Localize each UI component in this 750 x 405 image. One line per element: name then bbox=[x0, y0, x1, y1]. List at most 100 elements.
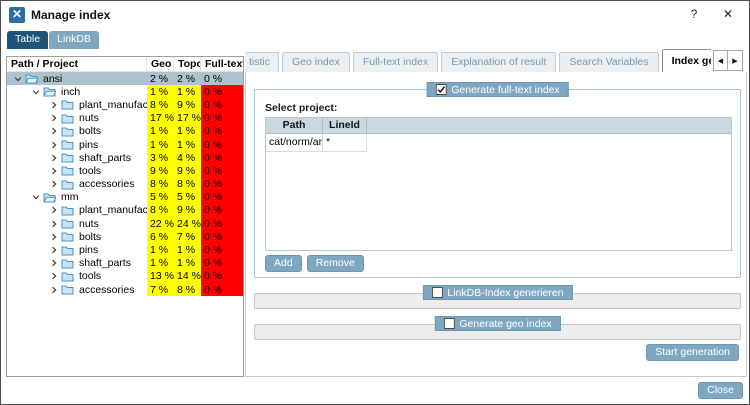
folder-icon bbox=[61, 99, 76, 110]
column-fulltext[interactable]: Full-text bbox=[201, 57, 243, 71]
project-table-row[interactable]: cat/norm/ansi* bbox=[266, 134, 731, 152]
chevron-right-icon[interactable] bbox=[47, 167, 61, 175]
fulltext-percent-cell: 0 % bbox=[201, 230, 243, 244]
tree-row[interactable]: mm 5 % 5 % 0 % bbox=[7, 190, 243, 204]
chevron-right-icon[interactable] bbox=[47, 180, 61, 188]
tab-index-generation[interactable]: Index generation bbox=[661, 49, 711, 72]
tree-row[interactable]: shaft_parts 3 % 4 % 0 % bbox=[7, 151, 243, 165]
tree-row[interactable]: shaft_parts 1 % 1 % 0 % bbox=[7, 256, 243, 270]
tab-full-text-index[interactable]: Full-text index bbox=[352, 52, 439, 72]
geo-group-header[interactable]: Generate geo index bbox=[434, 316, 561, 331]
chevron-right-icon[interactable] bbox=[47, 272, 61, 280]
chevron-right-icon[interactable] bbox=[47, 220, 61, 228]
tab-search-variables[interactable]: Search Variables bbox=[559, 52, 659, 72]
column-path[interactable]: Path bbox=[266, 118, 323, 133]
tree-row[interactable]: bolts 6 % 7 % 0 % bbox=[7, 230, 243, 244]
tab-geo-index[interactable]: Geo index bbox=[282, 52, 350, 72]
row-filler bbox=[367, 134, 731, 152]
topo-percent-cell: 1 % bbox=[174, 243, 201, 257]
start-generation-button[interactable]: Start generation bbox=[646, 344, 739, 361]
folder-icon bbox=[61, 126, 76, 137]
chevron-right-icon[interactable] bbox=[47, 246, 61, 254]
geo-percent-cell: 1 % bbox=[147, 256, 174, 270]
chevron-right-icon[interactable] bbox=[47, 259, 61, 267]
folder-icon bbox=[61, 271, 76, 282]
topo-percent-cell: 14 % bbox=[174, 269, 201, 283]
topo-percent-cell: 9 % bbox=[174, 164, 201, 178]
chevron-down-icon[interactable] bbox=[11, 75, 25, 83]
chevron-down-icon[interactable] bbox=[29, 193, 43, 201]
chevron-right-icon[interactable] bbox=[47, 286, 61, 294]
tree-row[interactable]: tools 13 % 14 % 0 % bbox=[7, 269, 243, 283]
chevron-right-icon[interactable] bbox=[47, 233, 61, 241]
geo-percent-cell: 8 % bbox=[147, 98, 174, 112]
fulltext-percent-cell: 0 % bbox=[201, 203, 243, 218]
column-path-project[interactable]: Path / Project bbox=[7, 57, 147, 71]
tree-row-label: pins bbox=[79, 138, 99, 151]
topo-percent-cell: 8 % bbox=[174, 283, 201, 297]
tree-row-label: inch bbox=[61, 85, 81, 98]
tree-row[interactable]: nuts 22 % 24 % 0 % bbox=[7, 217, 243, 231]
topo-percent-cell: 5 % bbox=[174, 190, 201, 204]
close-button[interactable]: Close bbox=[698, 382, 743, 399]
tree-row-label: plant_manufacture bbox=[79, 204, 147, 217]
geo-percent-cell: 1 % bbox=[147, 137, 174, 152]
folder-open-icon bbox=[43, 192, 58, 203]
folder-icon bbox=[61, 165, 76, 176]
help-button[interactable]: ? bbox=[683, 5, 705, 23]
fulltext-group-header[interactable]: Generate full-text index bbox=[426, 82, 569, 97]
tree-row-label: pins bbox=[79, 244, 99, 257]
topo-percent-cell: 1 % bbox=[174, 256, 201, 270]
chevron-right-icon[interactable] bbox=[47, 127, 61, 135]
column-lineid[interactable]: LineId bbox=[323, 118, 367, 133]
close-icon[interactable]: ✕ bbox=[717, 5, 739, 23]
chevron-right-icon[interactable] bbox=[47, 206, 61, 214]
chevron-right-icon[interactable] bbox=[47, 141, 61, 149]
tree-row[interactable]: plant_manufacture8 %9 %0 % bbox=[7, 203, 243, 218]
tree-row[interactable]: pins 1 % 1 % 0 % bbox=[7, 243, 243, 257]
table-buttons: Add Remove bbox=[265, 255, 364, 272]
manage-index-dialog: ✕ Manage index ? ✕ Table LinkDB Path / P… bbox=[0, 0, 750, 405]
linkdb-group-header[interactable]: LinkDB-Index generieren bbox=[422, 285, 573, 300]
chevron-right-icon[interactable] bbox=[47, 101, 61, 109]
generate-geo-checkbox[interactable] bbox=[443, 318, 455, 329]
tab-table[interactable]: Table bbox=[7, 31, 49, 49]
chevron-down-icon[interactable] bbox=[29, 88, 43, 96]
tree-row-label: plant_manufacture bbox=[79, 98, 147, 111]
tab-explanation-of-result[interactable]: Explanation of result bbox=[441, 52, 557, 72]
tab-scroll-arrows: ◀ ▶ bbox=[713, 50, 743, 71]
tree-row[interactable]: inch 1 % 1 % 0 % bbox=[7, 85, 243, 99]
tree-row[interactable]: pins 1 % 1 % 0 % bbox=[7, 137, 243, 152]
tab-statistic-partial[interactable]: tistic bbox=[245, 52, 279, 72]
scroll-tabs-left-icon[interactable]: ◀ bbox=[713, 50, 728, 71]
tree-row[interactable]: plant_manufacture8 %9 %0 % bbox=[7, 98, 243, 112]
fulltext-percent-cell: 0 % bbox=[201, 243, 243, 257]
geo-group-title: Generate geo index bbox=[459, 317, 552, 330]
lineid-cell[interactable]: * bbox=[323, 134, 367, 152]
tree-row[interactable]: nuts 17 % 17 % 0 % bbox=[7, 111, 243, 125]
fulltext-index-group: Generate full-text index Select project:… bbox=[254, 82, 741, 278]
linkdb-index-checkbox[interactable] bbox=[431, 287, 443, 298]
add-button[interactable]: Add bbox=[265, 255, 302, 272]
geo-percent-cell: 1 % bbox=[147, 243, 174, 257]
project-path-cell[interactable]: cat/norm/ansi bbox=[266, 134, 323, 152]
tree-row[interactable]: ansi 2 % 2 % 0 % bbox=[7, 72, 243, 86]
chevron-right-icon[interactable] bbox=[47, 154, 61, 162]
column-geo[interactable]: Geo bbox=[147, 57, 174, 71]
tree-row[interactable]: tools 9 % 9 % 0 % bbox=[7, 164, 243, 178]
column-topo[interactable]: Topo bbox=[174, 57, 201, 71]
geo-percent-cell: 22 % bbox=[147, 217, 174, 231]
tab-linkdb[interactable]: LinkDB bbox=[49, 31, 99, 49]
generate-fulltext-checkbox[interactable] bbox=[435, 84, 447, 95]
topo-percent-cell: 9 % bbox=[174, 203, 201, 218]
linkdb-index-group: LinkDB-Index generieren bbox=[254, 285, 741, 309]
column-filler bbox=[367, 118, 731, 133]
scroll-tabs-right-icon[interactable]: ▶ bbox=[728, 50, 743, 71]
tree-row[interactable]: accessories 7 % 8 % 0 % bbox=[7, 283, 243, 297]
tree-row[interactable]: accessories 8 % 8 % 0 % bbox=[7, 177, 243, 191]
tree-row[interactable]: bolts 1 % 1 % 0 % bbox=[7, 124, 243, 138]
titlebar: ✕ Manage index ? ✕ bbox=[1, 1, 749, 29]
remove-button[interactable]: Remove bbox=[306, 255, 364, 272]
folder-icon bbox=[61, 139, 76, 150]
chevron-right-icon[interactable] bbox=[47, 114, 61, 122]
